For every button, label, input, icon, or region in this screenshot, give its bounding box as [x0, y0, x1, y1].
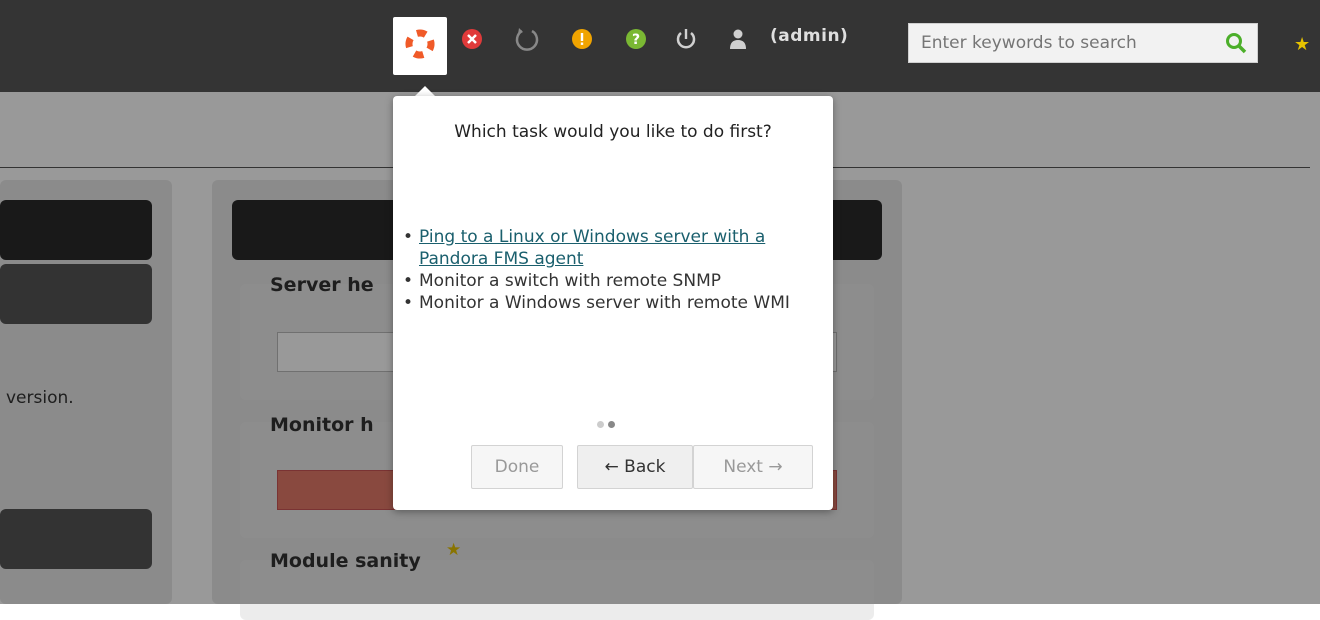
lifebuoy-icon [405, 29, 435, 63]
power-icon[interactable] [669, 22, 703, 56]
list-item: Monitor a switch with remote SNMP [403, 270, 823, 292]
popup-pointer [415, 86, 435, 96]
help-button[interactable] [393, 17, 447, 75]
user-icon[interactable] [721, 22, 755, 56]
error-icon[interactable] [455, 22, 489, 56]
search-input[interactable] [909, 24, 1221, 62]
task-label-snmp: Monitor a switch with remote SNMP [419, 271, 721, 291]
star-icon[interactable]: ★ [1294, 34, 1310, 55]
back-button[interactable]: ← Back [577, 445, 693, 489]
question-icon[interactable]: ? [619, 22, 653, 56]
warning-icon[interactable] [565, 22, 599, 56]
top-navigation-bar: ? (admin) ★ [0, 0, 1320, 92]
search-box [908, 23, 1258, 63]
task-label-wmi: Monitor a Windows server with remote WMI [419, 293, 790, 313]
next-button[interactable]: Next → [693, 445, 813, 489]
task-list: Ping to a Linux or Windows server with a… [403, 226, 823, 314]
task-link-ping-server[interactable]: Ping to a Linux or Windows server with a… [419, 227, 765, 269]
refresh-icon[interactable] [510, 22, 544, 56]
user-label[interactable]: (admin) [770, 26, 848, 46]
step-dot-active[interactable] [608, 421, 615, 428]
task-wizard-popup: Which task would you like to do first? P… [393, 96, 833, 510]
step-dot[interactable] [597, 421, 604, 428]
done-button[interactable]: Done [471, 445, 563, 489]
svg-text:?: ? [632, 32, 640, 48]
list-item: Ping to a Linux or Windows server with a… [403, 226, 823, 270]
wizard-title: Which task would you like to do first? [454, 122, 772, 142]
search-icon[interactable] [1225, 32, 1247, 58]
list-item: Monitor a Windows server with remote WMI [403, 292, 823, 314]
step-indicator [597, 413, 619, 432]
